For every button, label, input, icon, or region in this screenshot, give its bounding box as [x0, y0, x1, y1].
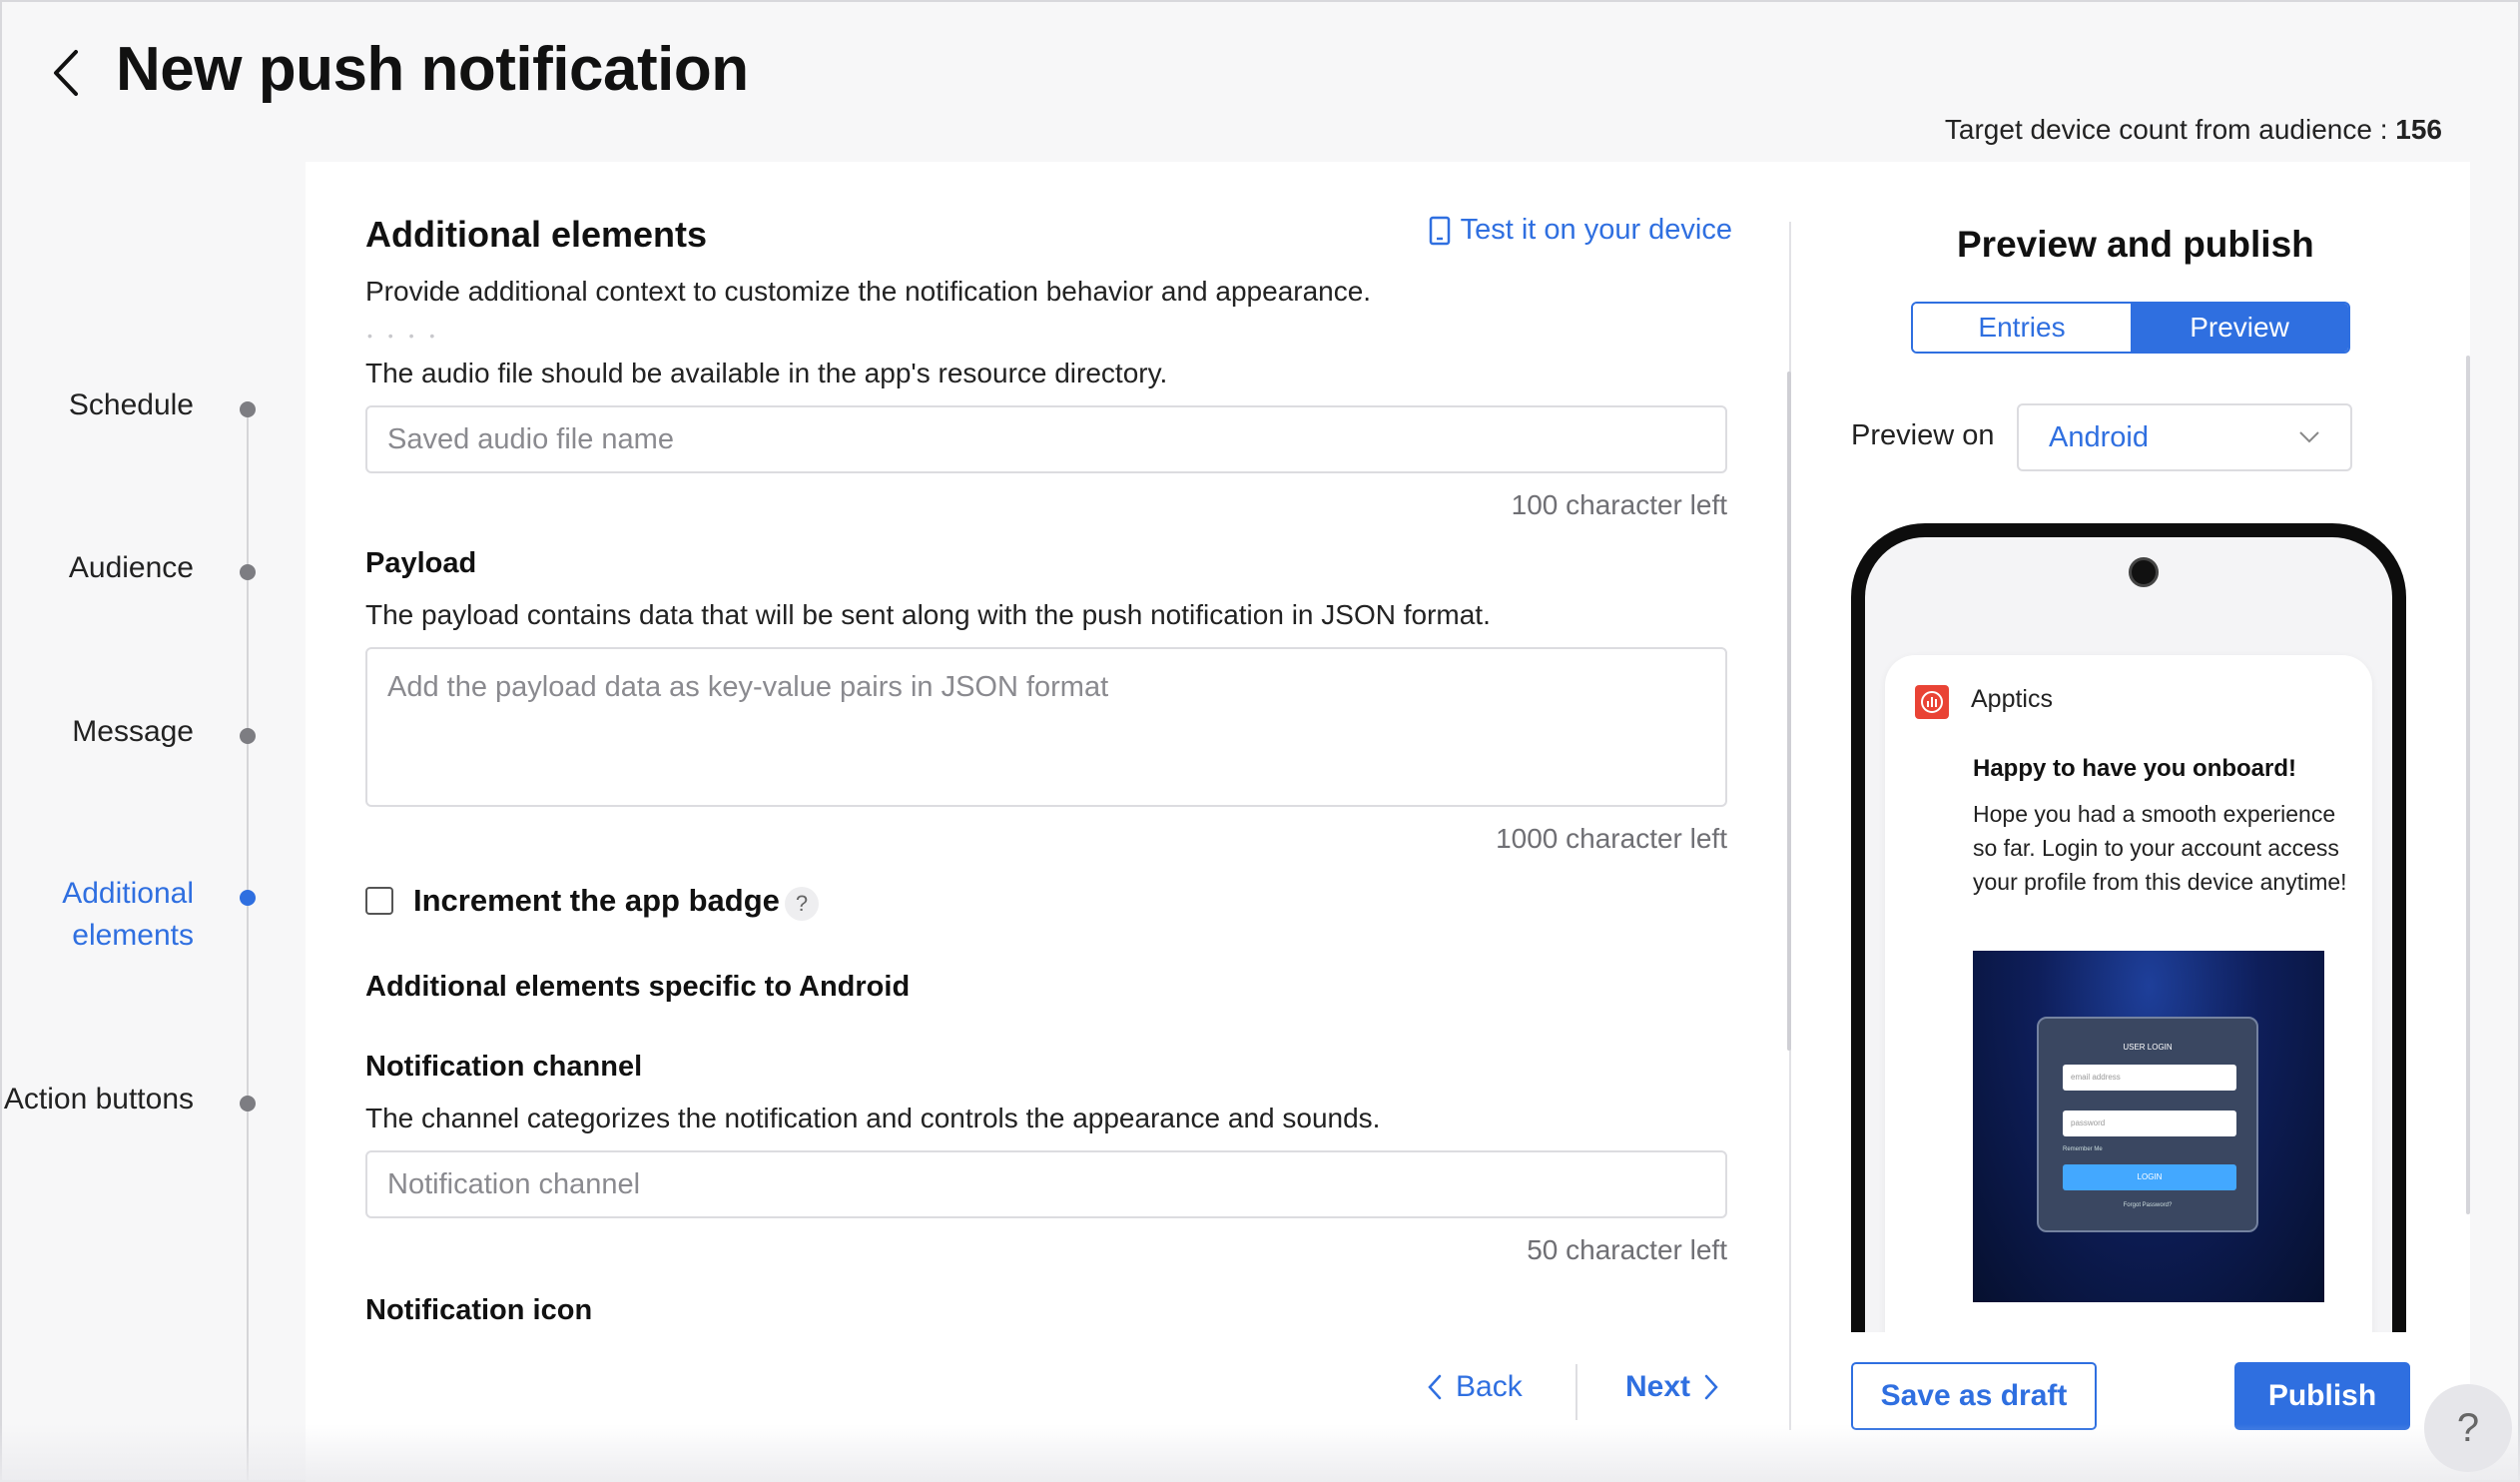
- login-mockup-title: USER LOGIN: [2123, 1043, 2173, 1052]
- save-draft-button[interactable]: Save as draft: [1851, 1362, 2097, 1430]
- back-button[interactable]: Back: [1428, 1370, 1523, 1404]
- target-device-count: Target device count from audience : 156: [1945, 114, 2442, 146]
- help-question-icon[interactable]: ?: [785, 887, 819, 921]
- notification-card: Apptics Happy to have you onboard! Hope …: [1885, 655, 2372, 1332]
- step-action-buttons[interactable]: Action buttons: [0, 1079, 194, 1120]
- chevron-right-icon: [1704, 1374, 1718, 1400]
- payload-textarea[interactable]: Add the payload data as key-value pairs …: [365, 647, 1727, 807]
- payload-label: Payload: [365, 547, 477, 579]
- notification-icon-label: Notification icon: [365, 1294, 593, 1326]
- login-mockup-forgot: Forgot Password?: [2123, 1202, 2173, 1208]
- notification-app-name: Apptics: [1971, 685, 2053, 713]
- step-additional-elements-dot: [240, 890, 256, 906]
- platform-select-value: Android: [2049, 420, 2149, 453]
- test-on-device-link[interactable]: Test it on your device: [1429, 214, 1732, 247]
- step-message[interactable]: Message: [0, 711, 194, 753]
- help-fab-button[interactable]: ?: [2424, 1384, 2512, 1472]
- notification-channel-label: Notification channel: [365, 1051, 643, 1083]
- increment-badge-checkbox[interactable]: [365, 887, 393, 915]
- channel-char-counter: 50 character left: [1527, 1234, 1727, 1265]
- notification-channel-description: The channel categorizes the notification…: [365, 1103, 1381, 1133]
- test-on-device-label: Test it on your device: [1460, 214, 1732, 246]
- bottom-fade: [0, 1424, 2520, 1482]
- phone-camera: [2129, 557, 2159, 587]
- nav-separator: [1575, 1364, 1577, 1420]
- scroll-fade-indicator: • • • •: [367, 328, 441, 344]
- audio-description: The audio file should be available in th…: [365, 358, 1168, 388]
- login-mockup-password: password: [2063, 1111, 2236, 1136]
- preview-scrollbar[interactable]: [2466, 356, 2470, 1214]
- back-arrow-icon[interactable]: [48, 48, 84, 98]
- chevron-left-icon: [1428, 1374, 1442, 1400]
- increment-badge-label[interactable]: Increment the app badge: [413, 883, 780, 919]
- chevron-down-icon: [2299, 431, 2319, 443]
- next-button[interactable]: Next: [1625, 1370, 1718, 1404]
- notification-channel-input[interactable]: Notification channel: [365, 1150, 1727, 1218]
- back-button-label: Back: [1456, 1370, 1523, 1403]
- tab-entries[interactable]: Entries: [1913, 304, 2131, 352]
- step-audience-dot: [240, 564, 256, 580]
- notification-title: Happy to have you onboard!: [1973, 755, 2297, 782]
- mobile-device-icon: [1429, 216, 1450, 245]
- step-audience[interactable]: Audience: [0, 547, 194, 589]
- step-additional-elements[interactable]: Additional elements: [0, 873, 194, 957]
- notification-image: USER LOGIN email address password Rememb…: [1973, 951, 2324, 1302]
- payload-char-counter: 1000 character left: [1496, 823, 1727, 854]
- apptics-app-icon: [1915, 685, 1949, 719]
- login-mockup: USER LOGIN email address password Rememb…: [2037, 1017, 2258, 1232]
- section-title: Additional elements: [365, 214, 708, 255]
- step-message-dot: [240, 728, 256, 744]
- tab-preview[interactable]: Preview: [2131, 304, 2348, 352]
- preview-title: Preview and publish: [1957, 224, 2314, 265]
- target-count-value: 156: [2395, 114, 2442, 145]
- form-scrollbar[interactable]: [1787, 371, 1791, 1051]
- step-schedule-dot: [240, 401, 256, 417]
- next-button-label: Next: [1625, 1370, 1691, 1403]
- login-mockup-remember: Remember Me: [2063, 1146, 2103, 1152]
- login-mockup-email: email address: [2063, 1065, 2236, 1091]
- notification-body: Hope you had a smooth experience so far.…: [1973, 801, 2347, 895]
- payload-description: The payload contains data that will be s…: [365, 599, 1491, 630]
- publish-button[interactable]: Publish: [2234, 1362, 2410, 1430]
- audio-char-counter: 100 character left: [1511, 489, 1727, 520]
- preview-mode-toggle: Entries Preview: [1911, 302, 2350, 354]
- platform-select[interactable]: Android: [2017, 403, 2352, 471]
- login-mockup-button: LOGIN: [2063, 1164, 2236, 1190]
- section-description: Provide additional context to customize …: [365, 276, 1372, 307]
- audio-file-input[interactable]: Saved audio file name: [365, 405, 1727, 473]
- target-count-label: Target device count from audience :: [1944, 114, 2396, 145]
- phone-mockup: Apptics Happy to have you onboard! Hope …: [1851, 523, 2406, 1332]
- android-section-heading: Additional elements specific to Android: [365, 971, 911, 1003]
- step-schedule[interactable]: Schedule: [0, 384, 194, 426]
- step-action-buttons-dot: [240, 1096, 256, 1112]
- preview-on-label: Preview on: [1851, 419, 1995, 451]
- page-title: New push notification: [116, 35, 749, 104]
